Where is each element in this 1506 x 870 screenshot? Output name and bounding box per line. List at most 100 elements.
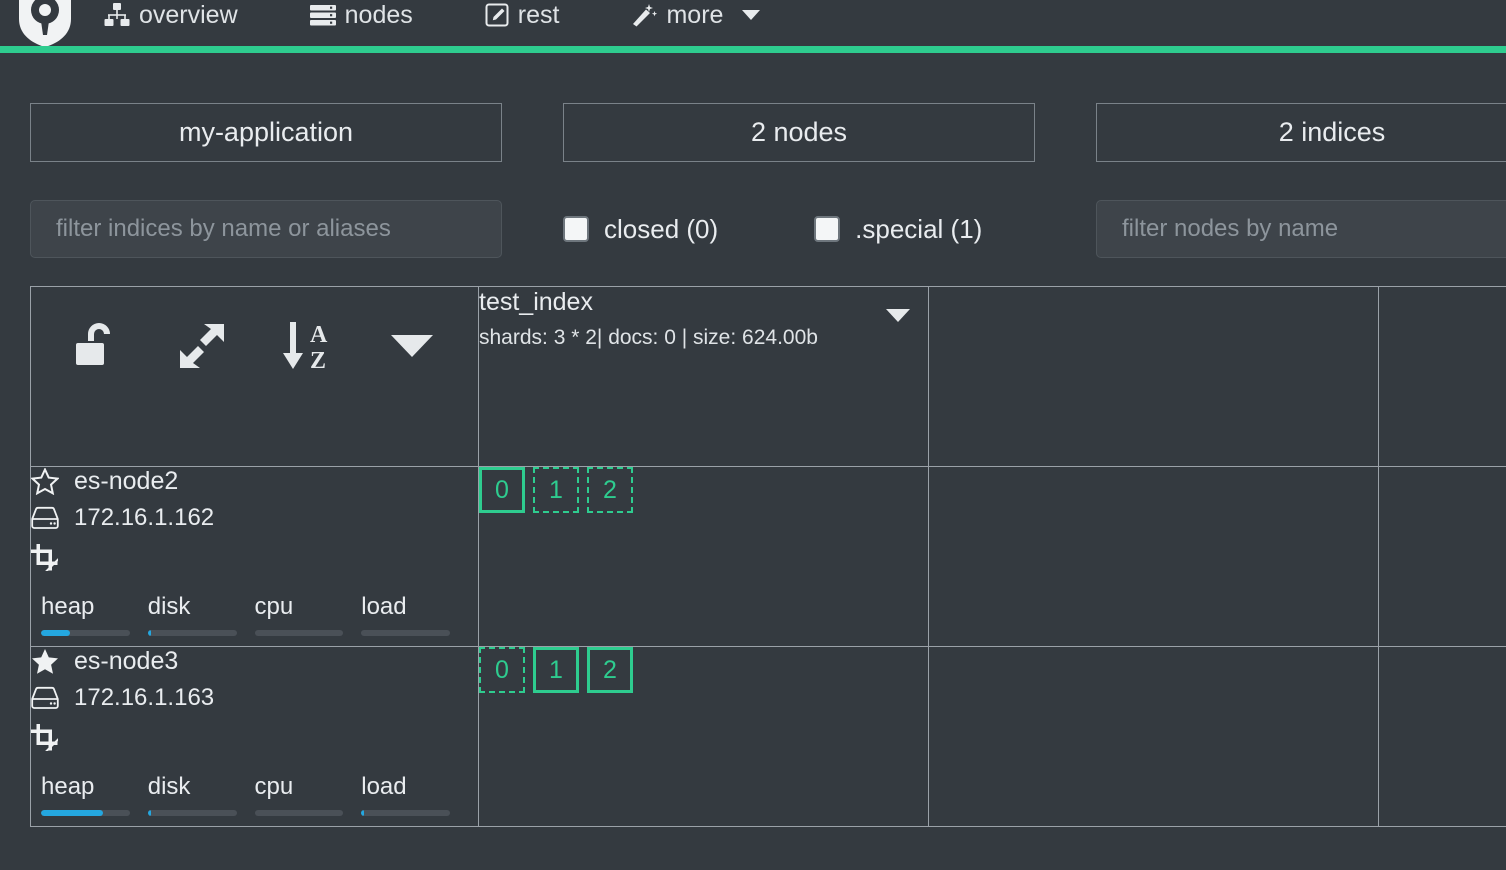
summary-cards-row: my-application 2 nodes 2 indices <box>30 53 1506 162</box>
node-ip-line: 172.16.1.163 <box>31 684 478 712</box>
node-name-line: es-node2 <box>31 467 478 496</box>
cerebro-logo-icon[interactable] <box>14 0 76 46</box>
node-ip: 172.16.1.162 <box>74 504 215 531</box>
nav-item-label: overview <box>139 0 238 29</box>
hdd-icon <box>31 506 61 530</box>
empty-cell <box>1378 646 1506 827</box>
svg-text:A: A <box>310 322 328 348</box>
stat-cpu: cpu <box>254 773 362 816</box>
checkbox-closed-box[interactable] <box>563 216 589 242</box>
index-menu-caret-icon[interactable] <box>886 309 910 322</box>
node-roles <box>31 720 478 754</box>
accent-bar <box>0 46 1506 53</box>
cluster-name-card[interactable]: my-application <box>30 103 502 162</box>
nav-items: overview nodes rest more <box>86 1 778 30</box>
checkbox-special-box[interactable] <box>814 216 841 242</box>
stat-heap: heap <box>41 593 148 636</box>
node-name: es-node3 <box>74 647 179 675</box>
indices-count-label: 2 indices <box>1278 117 1386 147</box>
checkbox-special[interactable]: .special (1) <box>814 214 982 245</box>
stat-track <box>147 810 237 816</box>
filters-row: closed (0) .special (1) <box>30 162 1506 258</box>
chevron-down-icon <box>742 10 761 20</box>
shard-badge[interactable]: 2 <box>587 647 633 693</box>
empty-cell <box>928 466 1379 647</box>
stat-track <box>41 810 130 816</box>
shard-badge[interactable]: 0 <box>479 647 525 693</box>
node-ip: 172.16.1.163 <box>74 684 215 711</box>
stat-label: heap <box>41 593 95 620</box>
empty-cell <box>1378 466 1506 647</box>
magic-wand-icon <box>631 3 658 27</box>
stat-label: load <box>361 593 407 620</box>
svg-text:Z: Z <box>310 348 326 372</box>
expand-arrows-icon[interactable] <box>150 322 255 370</box>
index-name[interactable]: test_index <box>479 287 928 317</box>
stat-fill <box>41 630 71 636</box>
index-filter-input[interactable] <box>30 200 502 258</box>
empty-cell <box>928 646 1379 827</box>
indices-count-card[interactable]: 2 indices <box>1096 103 1506 162</box>
table-row: es-node2 172.16.1.162 heap disk cpu load… <box>30 466 1506 647</box>
checkbox-special-label: .special (1) <box>855 213 983 244</box>
sort-alpha-asc-icon[interactable]: A Z <box>255 320 360 372</box>
empty-header-cell <box>928 286 1379 467</box>
stat-label: cpu <box>254 593 294 620</box>
stat-label: load <box>361 773 407 800</box>
node-filter-input[interactable] <box>1096 200 1506 258</box>
stat-label: cpu <box>254 773 294 800</box>
nav-item-more[interactable]: more <box>613 1 778 30</box>
crop-icon <box>31 723 61 751</box>
crop-icon <box>31 543 61 571</box>
stat-cpu: cpu <box>254 593 362 636</box>
empty-header-cell <box>1378 286 1506 467</box>
nav-item-label: more <box>666 0 724 29</box>
stat-track <box>361 630 450 636</box>
stat-label: heap <box>41 773 95 800</box>
nav-item-nodes[interactable]: nodes <box>292 1 431 30</box>
page-body: my-application 2 nodes 2 indices closed … <box>0 53 1506 827</box>
index-filter-checkboxes: closed (0) .special (1) <box>563 214 1035 245</box>
stat-track <box>147 630 237 636</box>
shard-badge[interactable]: 1 <box>533 467 579 513</box>
star-outline-icon <box>31 468 61 495</box>
stat-heap: heap <box>41 773 148 816</box>
stat-load: load <box>361 773 468 816</box>
stat-track <box>254 630 344 636</box>
table-toolbar: A Z <box>31 287 478 405</box>
node-name: es-node2 <box>74 467 179 495</box>
node-cell: es-node2 172.16.1.162 heap disk cpu load <box>30 466 479 647</box>
nodes-count-label: 2 nodes <box>750 117 848 147</box>
shards: 0 1 2 <box>479 647 928 693</box>
shard-badge[interactable]: 1 <box>533 647 579 693</box>
node-ip-line: 172.16.1.162 <box>31 504 478 532</box>
top-navbar: overview nodes rest more <box>0 0 1506 46</box>
shards: 0 1 2 <box>479 467 928 513</box>
node-cell: es-node3 172.16.1.163 heap disk cpu load <box>30 646 479 827</box>
stat-fill <box>147 810 152 816</box>
stat-disk: disk <box>147 593 255 636</box>
node-name-line: es-node3 <box>31 647 478 676</box>
unlock-icon[interactable] <box>45 321 150 371</box>
server-list-icon <box>309 3 336 27</box>
caret-down-icon[interactable] <box>359 335 464 357</box>
stat-disk: disk <box>147 773 255 816</box>
nav-item-rest[interactable]: rest <box>467 1 578 30</box>
hdd-icon <box>31 686 61 710</box>
shard-cell: 0 1 2 <box>478 646 929 827</box>
nav-item-overview[interactable]: overview <box>86 1 256 30</box>
shard-badge[interactable]: 2 <box>587 467 633 513</box>
index-meta: shards: 3 * 2| docs: 0 | size: 624.00b <box>479 326 818 349</box>
nodes-count-card[interactable]: 2 nodes <box>563 103 1035 162</box>
table-toolbar-cell: A Z <box>30 286 479 467</box>
node-stats: heap disk cpu load <box>41 773 468 816</box>
node-stats: heap disk cpu load <box>41 593 468 636</box>
table-row: es-node3 172.16.1.163 heap disk cpu load… <box>30 646 1506 827</box>
checkbox-closed[interactable]: closed (0) <box>563 214 718 245</box>
shard-badge[interactable]: 0 <box>479 467 525 513</box>
cluster-name-label: my-application <box>178 117 354 147</box>
checkbox-closed-label: closed (0) <box>604 213 719 244</box>
shard-cell: 0 1 2 <box>478 466 929 647</box>
stat-track <box>254 810 344 816</box>
sitemap-icon <box>104 3 130 27</box>
